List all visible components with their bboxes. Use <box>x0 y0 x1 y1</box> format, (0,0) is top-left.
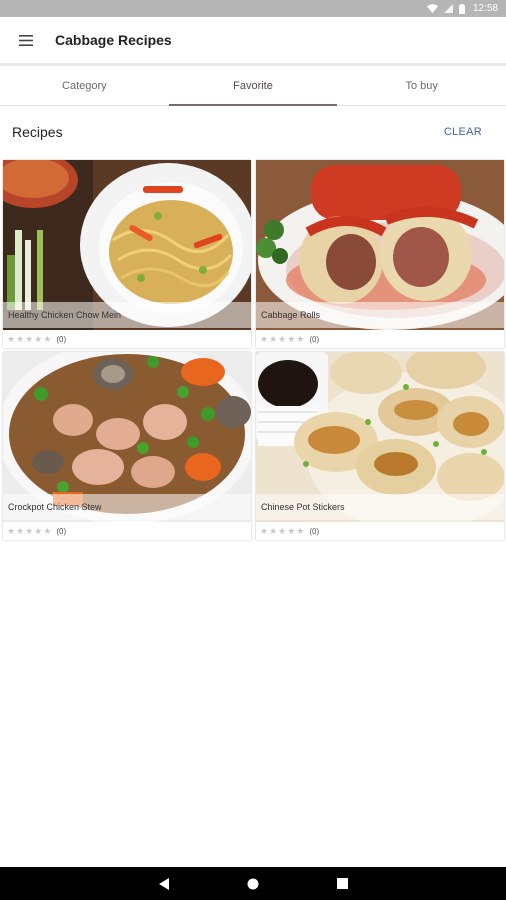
tab-bar: Category Favorite To buy <box>0 66 506 106</box>
system-nav-bar <box>0 867 506 900</box>
status-time: 12:58 <box>472 3 498 14</box>
recipe-grid: Healthy Chicken Chow Mein ★ ★ ★ ★ ★ (0) <box>3 160 504 540</box>
star-icon: ★ <box>34 525 43 536</box>
rating-row: ★ ★ ★ ★ ★ (0) <box>3 331 251 347</box>
recents-button[interactable] <box>336 878 348 889</box>
star-icon: ★ <box>16 525 25 536</box>
recipe-card[interactable]: Healthy Chicken Chow Mein ★ ★ ★ ★ ★ (0) <box>3 160 251 348</box>
recipe-title: Cabbage Rolls <box>256 302 504 328</box>
rating-row: ★ ★ ★ ★ ★ (0) <box>3 523 251 539</box>
star-icon: ★ <box>25 333 34 344</box>
recipe-title: Chinese Pot Stickers <box>256 494 504 520</box>
back-triangle-icon <box>158 877 169 890</box>
recipe-title: Crockpot Chicken Stew <box>3 494 251 520</box>
recipe-card[interactable]: Chinese Pot Stickers ★ ★ ★ ★ ★ (0) <box>256 352 504 540</box>
status-bar: 12:58 <box>0 0 506 17</box>
section-title: Recipes <box>12 124 63 140</box>
home-button[interactable] <box>247 878 259 890</box>
rating-count: (0) <box>309 526 320 536</box>
star-icon: ★ <box>16 333 25 344</box>
star-icon: ★ <box>34 333 43 344</box>
wifi-icon <box>426 4 438 13</box>
star-icon: ★ <box>43 333 52 344</box>
recipe-card[interactable]: Crockpot Chicken Stew ★ ★ ★ ★ ★ (0) <box>3 352 251 540</box>
app-bar: Cabbage Recipes <box>0 17 506 63</box>
star-icon: ★ <box>278 525 287 536</box>
back-button[interactable] <box>158 877 169 890</box>
tab-to-buy[interactable]: To buy <box>337 66 506 105</box>
star-icon: ★ <box>269 333 278 344</box>
star-icon: ★ <box>287 525 296 536</box>
recipe-title: Healthy Chicken Chow Mein <box>3 302 251 328</box>
battery-icon <box>458 3 465 14</box>
signal-icon <box>443 4 453 13</box>
star-icon: ★ <box>25 525 34 536</box>
rating-count: (0) <box>309 334 320 344</box>
rating-count: (0) <box>56 334 67 344</box>
recipe-card[interactable]: Cabbage Rolls ★ ★ ★ ★ ★ (0) <box>256 160 504 348</box>
clear-button[interactable]: CLEAR <box>444 126 482 138</box>
tab-favorite[interactable]: Favorite <box>168 66 338 106</box>
rating-row: ★ ★ ★ ★ ★ (0) <box>256 523 504 539</box>
star-icon: ★ <box>287 333 296 344</box>
tab-category[interactable]: Category <box>0 66 169 105</box>
star-icon: ★ <box>278 333 287 344</box>
rating-count: (0) <box>56 526 67 536</box>
home-circle-icon <box>247 878 258 889</box>
rating-row: ★ ★ ★ ★ ★ (0) <box>256 331 504 347</box>
menu-button[interactable] <box>0 17 52 63</box>
star-icon: ★ <box>260 333 269 344</box>
star-icon: ★ <box>43 525 52 536</box>
star-icon: ★ <box>296 333 305 344</box>
star-icon: ★ <box>296 525 305 536</box>
hamburger-menu-icon <box>19 34 33 46</box>
app-title: Cabbage Recipes <box>55 32 172 48</box>
recipes-header: Recipes CLEAR <box>0 116 506 148</box>
star-icon: ★ <box>260 525 269 536</box>
star-icon: ★ <box>269 525 278 536</box>
recents-square-icon <box>336 878 348 889</box>
star-icon: ★ <box>7 333 16 344</box>
star-icon: ★ <box>7 525 16 536</box>
